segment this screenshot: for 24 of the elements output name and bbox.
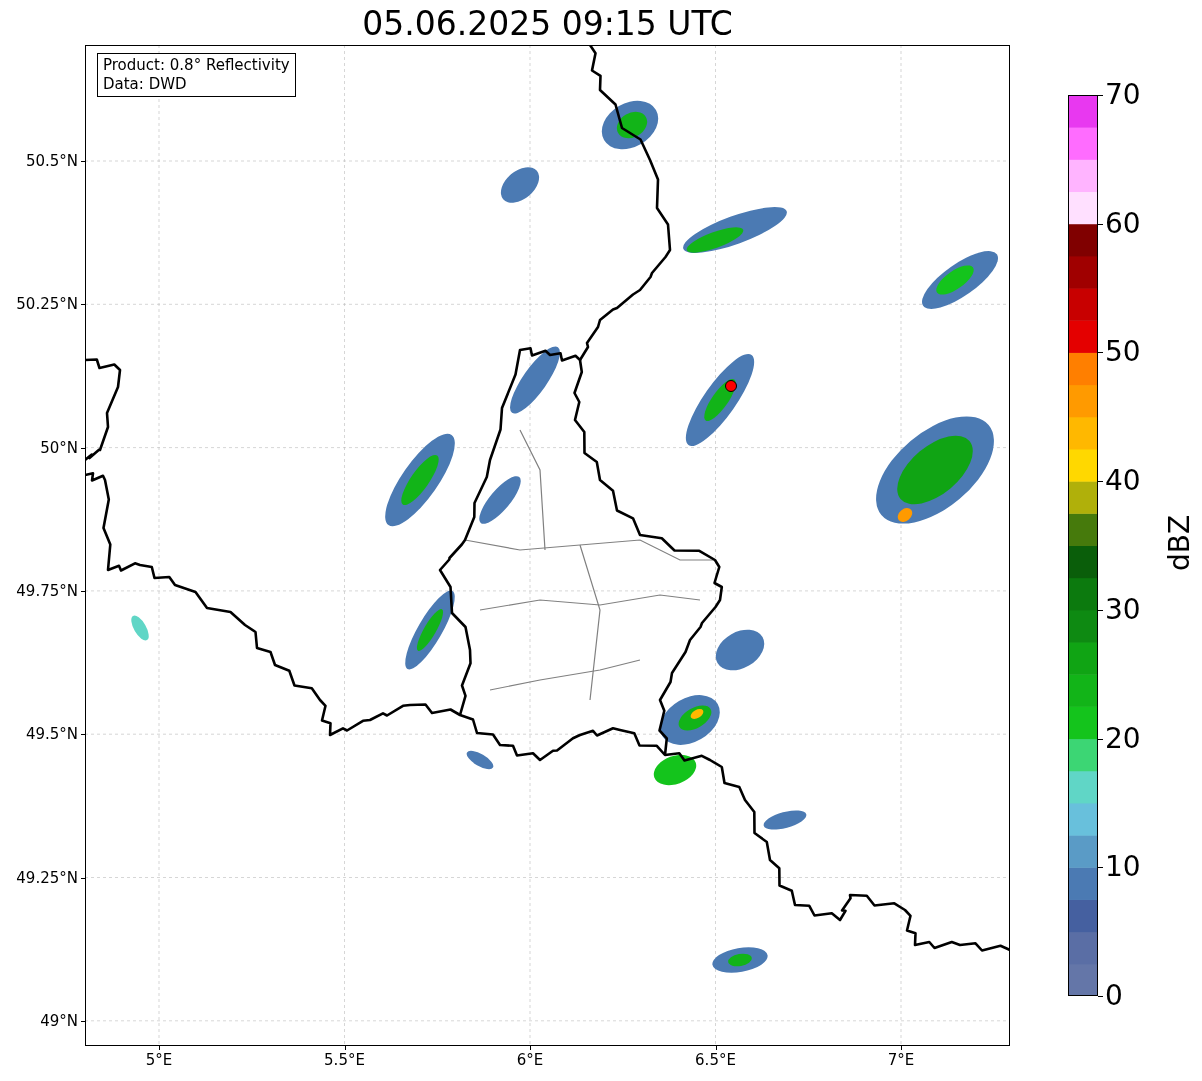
legend-text: Product: 0.8° Reflectivity — [103, 56, 290, 75]
colorbar-tick-label: 10 — [1105, 851, 1141, 884]
latitude-label: 49.5°N — [25, 725, 78, 744]
longitude-label: 6°E — [516, 1051, 544, 1069]
colorbar-tick-label: 40 — [1105, 465, 1141, 498]
colorbar-tick-label: 60 — [1105, 207, 1141, 240]
longitude-label: 7°E — [887, 1051, 915, 1069]
chart-title: 05.06.2025 09:15 UTC — [361, 4, 734, 44]
latitude-label: 50.5°N — [25, 152, 78, 170]
latitude-label: 49.75°N — [16, 581, 78, 600]
colorbar-tick-label: 20 — [1105, 722, 1141, 755]
latitude-label: 49.25°N — [16, 868, 78, 887]
colorbar-tick-label: 70 — [1105, 79, 1141, 111]
longitude-label: 5°E — [145, 1051, 173, 1069]
latitude-label: 50.25°N — [16, 295, 78, 314]
latitude-label: 49°N — [40, 1011, 78, 1030]
legend-text: Data: DWD — [103, 75, 188, 94]
colorbar-tick-label: 50 — [1105, 336, 1141, 369]
longitude-label: 6.5°E — [695, 1051, 736, 1069]
colorbar-tick-label: 30 — [1105, 593, 1141, 626]
colorbar-tick-label: 0 — [1105, 980, 1123, 1012]
colorbar-label: dBZ — [1164, 514, 1197, 572]
longitude-label: 5.5°E — [324, 1051, 365, 1069]
latitude-label: 50°N — [40, 438, 78, 457]
